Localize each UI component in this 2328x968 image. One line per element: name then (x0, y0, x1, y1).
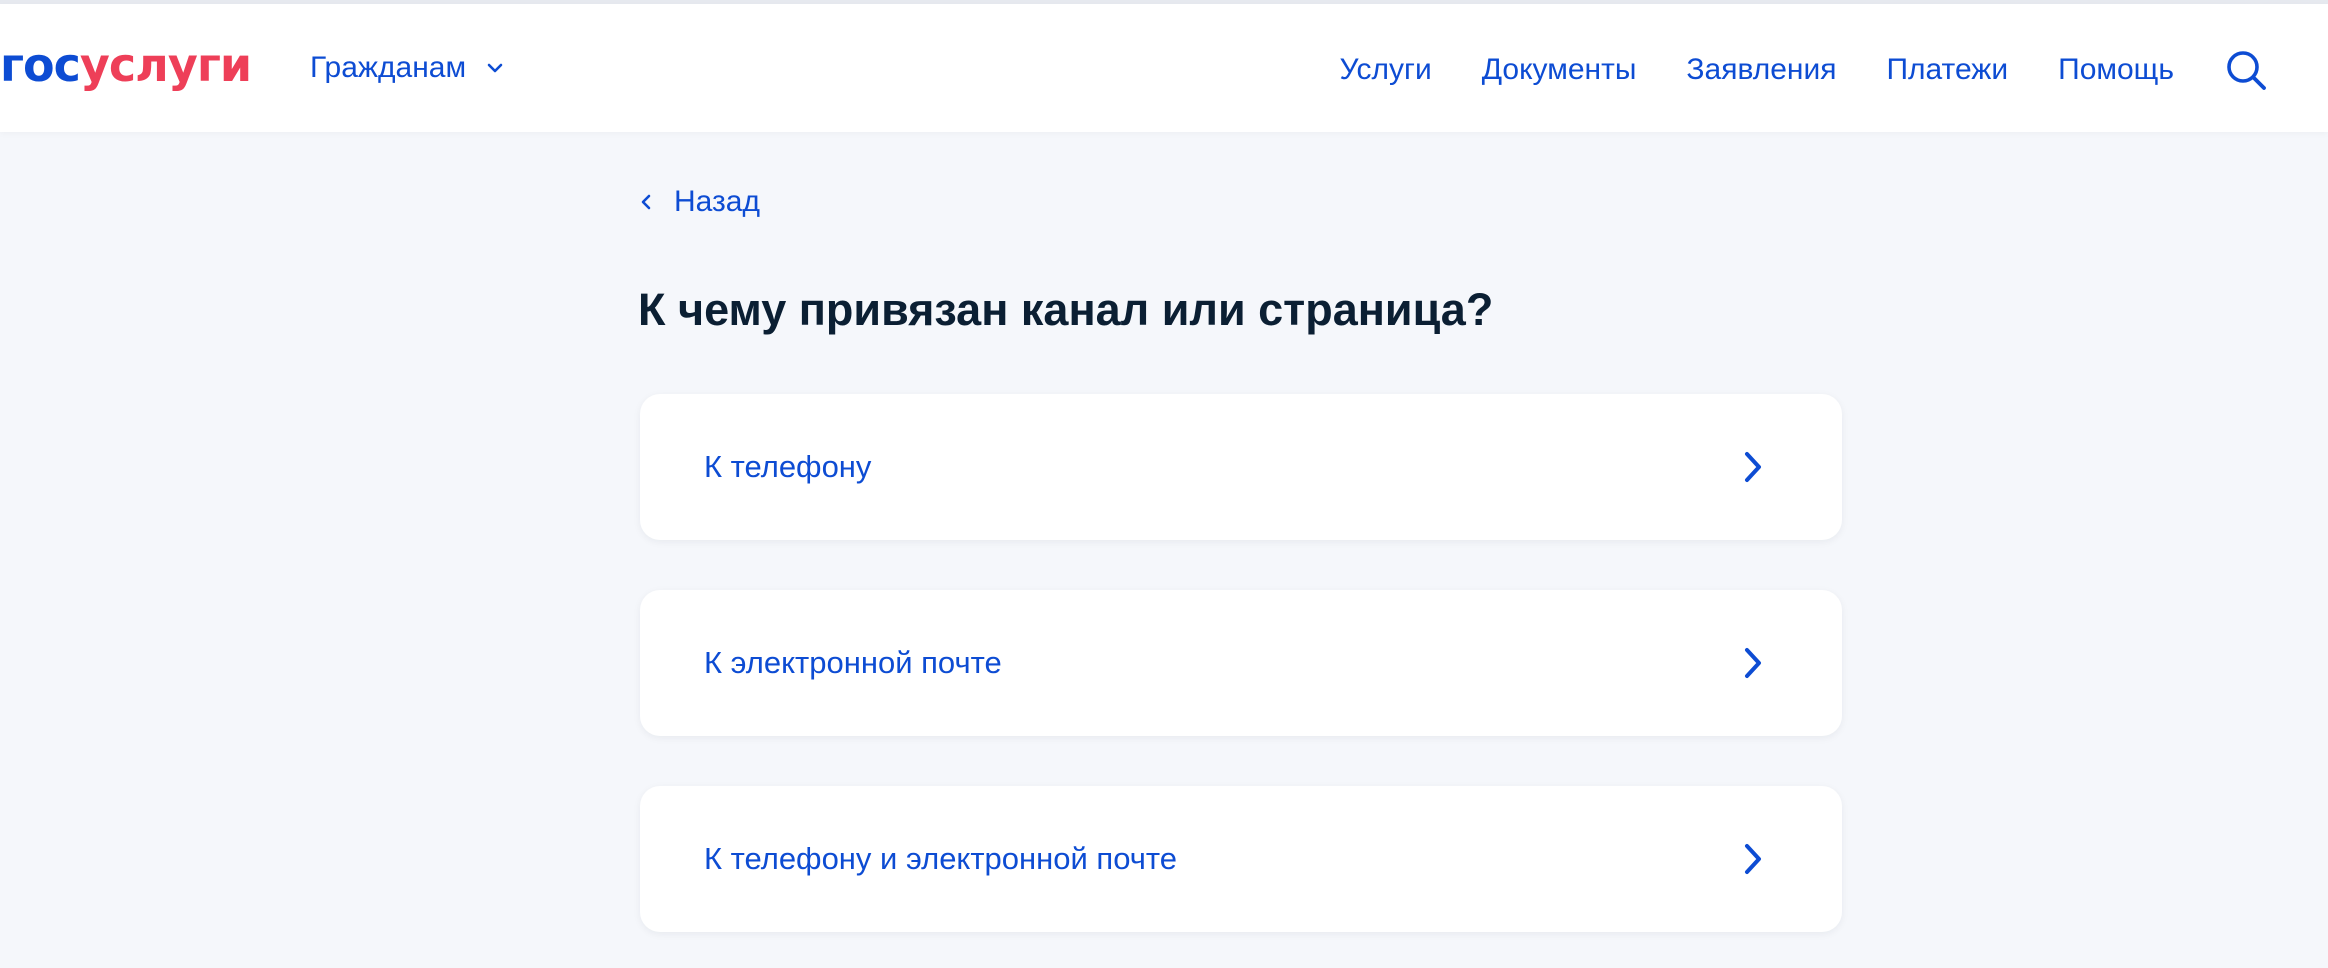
site-header: госуслуги Гражданам Услуги Документы Зая… (0, 4, 2328, 132)
logo-part-gos: гос (0, 38, 81, 92)
page-title: К чему привязан канал или страница? (638, 284, 1494, 335)
chevron-left-icon (641, 194, 651, 210)
nav-item-payments[interactable]: Платежи (1886, 50, 2008, 90)
option-label: К электронной почте (704, 645, 1002, 680)
citizens-menu-label: Гражданам (310, 51, 467, 84)
option-email[interactable]: К электронной почте (640, 590, 1842, 736)
chevron-right-icon (1745, 648, 1761, 678)
citizens-menu-button[interactable]: Гражданам (310, 48, 506, 88)
nav-item-documents[interactable]: Документы (1482, 50, 1637, 90)
nav-item-services[interactable]: Услуги (1339, 50, 1431, 90)
gosuslugi-logo[interactable]: госуслуги (0, 38, 252, 92)
chevron-right-icon (1745, 844, 1761, 874)
chevron-right-icon (1745, 452, 1761, 482)
option-label: К телефону и электронной почте (704, 841, 1178, 876)
nav-item-applications[interactable]: Заявления (1686, 50, 1836, 90)
nav-item-help[interactable]: Помощь (2058, 50, 2174, 90)
option-label: К телефону (704, 449, 872, 484)
back-link[interactable]: Назад (638, 182, 760, 222)
option-phone-and-email[interactable]: К телефону и электронной почте (640, 786, 1842, 932)
option-phone[interactable]: К телефону (640, 394, 1842, 540)
chevron-down-icon (487, 63, 503, 73)
main-nav: Услуги Документы Заявления Платежи Помощ… (1339, 48, 2328, 92)
back-link-label: Назад (674, 185, 760, 218)
search-icon[interactable] (2224, 48, 2268, 92)
logo-part-uslugi: услуги (79, 38, 252, 92)
